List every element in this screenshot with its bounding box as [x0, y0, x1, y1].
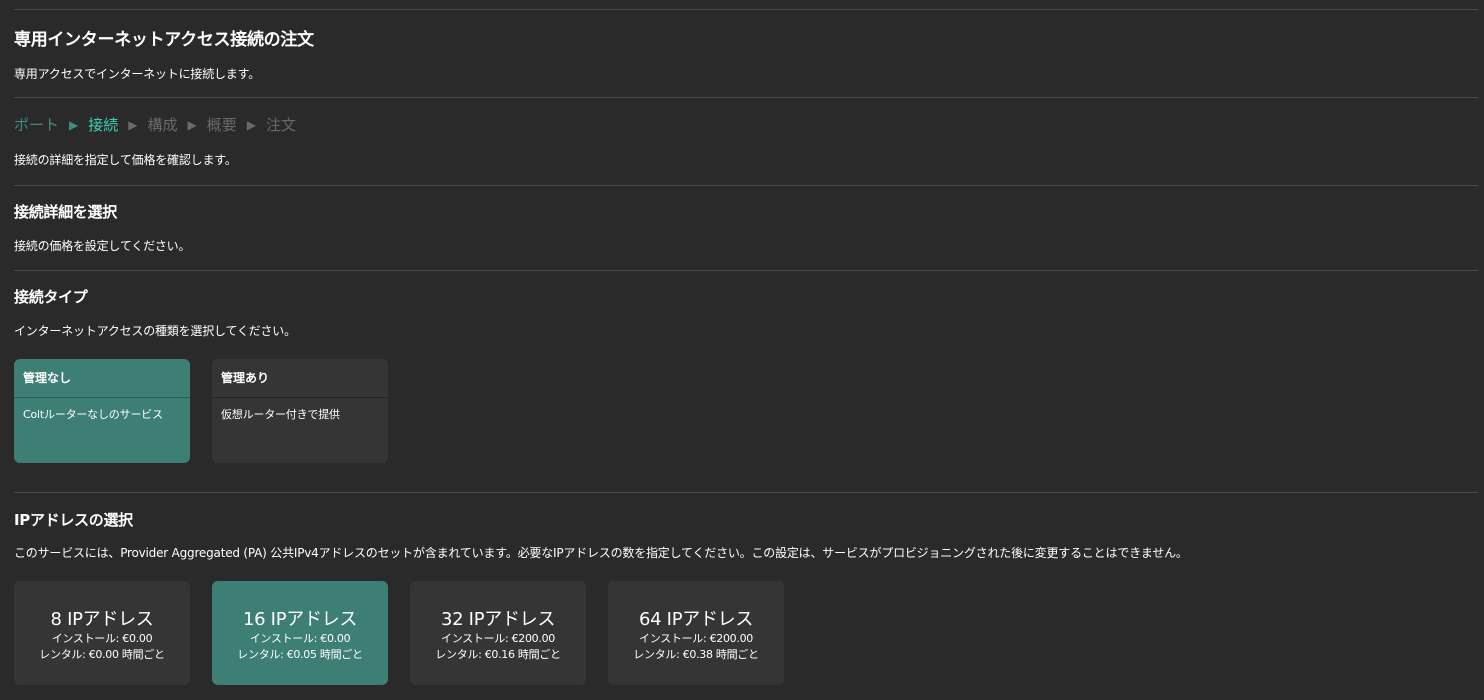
step-port[interactable]: ポート — [14, 114, 59, 135]
step-arrow-icon: ▶ — [69, 117, 79, 132]
page-title: 専用インターネットアクセス接続の注文 — [14, 30, 314, 50]
stepper-description: 接続の詳細を指定して価格を確認します。 — [14, 153, 237, 167]
ip-option-8-card[interactable]: 8 IPアドレス インストール: €0.00 レンタル: €0.00 時間ごと — [14, 581, 190, 685]
card-body: Coltルーターなしのサービス — [23, 408, 163, 421]
details-divider — [14, 270, 1478, 271]
stepper-divider — [14, 185, 1478, 186]
step-arrow-icon: ▶ — [128, 117, 138, 132]
card-title: 管理あり — [212, 359, 388, 398]
step-config: 構成 — [147, 116, 178, 134]
ip-option-16-card[interactable]: 16 IPアドレス インストール: €0.00 レンタル: €0.05 時間ごと — [212, 581, 388, 685]
connection-type-description: インターネットアクセスの種類を選択してください。 — [14, 324, 296, 338]
details-description: 接続の価格を設定してください。 — [14, 239, 191, 253]
stepper: ポート ▶ 接続 ▶ 構成 ▶ 概要 ▶ 注文 — [14, 114, 296, 135]
connection-type-title: 接続タイプ — [14, 288, 88, 306]
step-summary: 概要 — [206, 116, 237, 134]
connection-type-unmanaged-card[interactable]: 管理なし Coltルーターなしのサービス — [14, 359, 190, 463]
details-title: 接続詳細を選択 — [14, 203, 117, 221]
ip-option-install: インストール: €200.00 — [441, 632, 555, 645]
ip-option-title: 8 IPアドレス — [50, 609, 154, 630]
step-connection[interactable]: 接続 — [88, 114, 118, 135]
card-body: 仮想ルーター付きで提供 — [221, 408, 340, 421]
ip-option-install: インストール: €0.00 — [249, 632, 351, 645]
ip-option-64-card[interactable]: 64 IPアドレス インストール: €200.00 レンタル: €0.38 時間… — [608, 581, 784, 685]
ip-option-rental: レンタル: €0.00 時間ごと — [39, 648, 165, 661]
ip-option-rental: レンタル: €0.05 時間ごと — [237, 648, 363, 661]
ip-option-install: インストール: €200.00 — [639, 632, 753, 645]
ip-option-install: インストール: €0.00 — [51, 632, 153, 645]
top-divider — [14, 9, 1478, 10]
ip-selection-description: このサービスには、Provider Aggregated (PA) 公共IPv4… — [14, 546, 1188, 560]
connection-type-managed-card[interactable]: 管理あり 仮想ルーター付きで提供 — [212, 359, 388, 463]
connection-type-divider — [14, 492, 1478, 493]
ip-option-title: 32 IPアドレス — [440, 609, 556, 630]
card-title: 管理なし — [14, 359, 190, 398]
ip-option-rental: レンタル: €0.38 時間ごと — [633, 648, 759, 661]
step-order: 注文 — [266, 116, 297, 134]
page-subtitle: 専用アクセスでインターネットに接続します。 — [14, 67, 261, 81]
ip-selection-title: IPアドレスの選択 — [14, 511, 133, 529]
ip-option-title: 64 IPアドレス — [638, 609, 754, 630]
ip-option-rental: レンタル: €0.16 時間ごと — [435, 648, 561, 661]
header-divider — [14, 97, 1478, 98]
step-arrow-icon: ▶ — [187, 117, 197, 132]
ip-option-32-card[interactable]: 32 IPアドレス インストール: €200.00 レンタル: €0.16 時間… — [410, 581, 586, 685]
step-arrow-icon: ▶ — [246, 117, 256, 132]
ip-option-title: 16 IPアドレス — [242, 609, 358, 630]
